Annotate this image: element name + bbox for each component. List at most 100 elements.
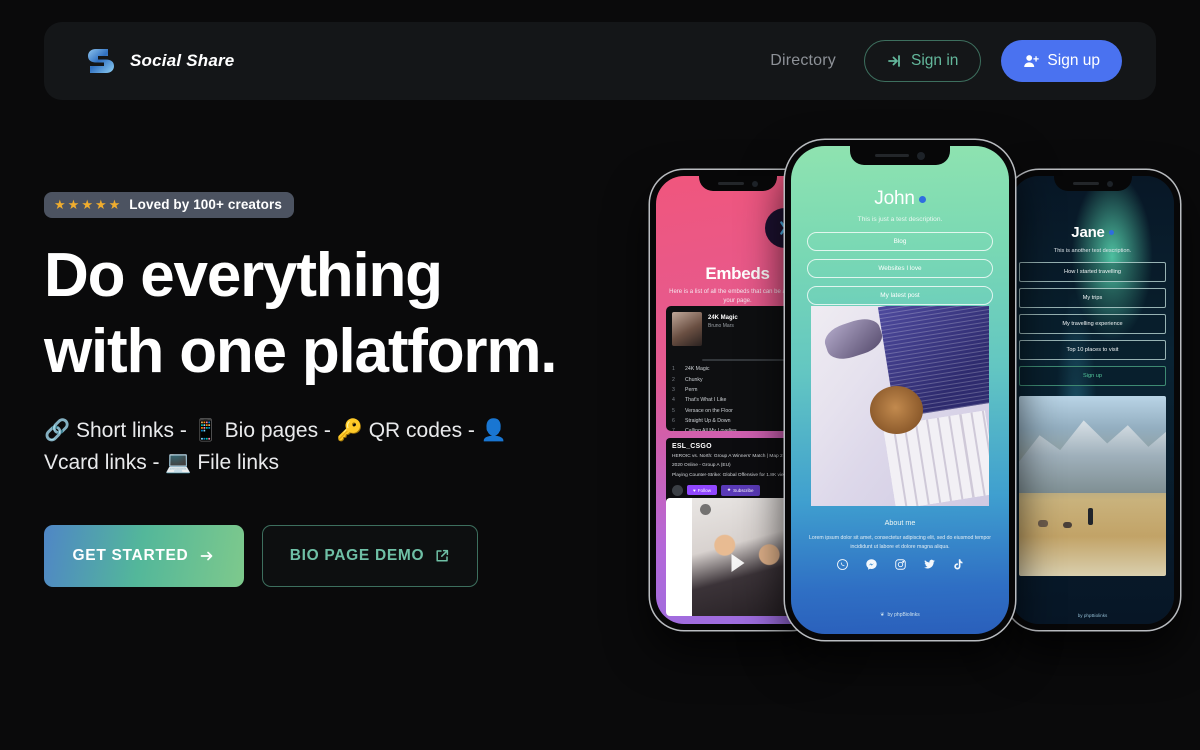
phone-center-screen: John This is just a test description. Bl… — [791, 146, 1009, 634]
messenger-icon[interactable] — [865, 558, 878, 571]
star-icon: ★ — [727, 487, 732, 493]
stream-line-1: HEROIC vs. North: Group A Winners' Match… — [672, 453, 799, 459]
list-item[interactable]: 7 Calling All My Lovelies — [672, 426, 803, 431]
sign-in-button[interactable]: Sign in — [864, 40, 982, 82]
star-icon: ★ — [108, 197, 121, 212]
bio-page-demo-button[interactable]: BIO PAGE DEMO — [262, 525, 478, 588]
profile-links: Blog Websites I love My latest post — [807, 232, 993, 305]
track-name: Chunky — [685, 376, 703, 383]
front-camera — [917, 151, 925, 160]
profile-link-button[interactable]: Top 10 places to visit — [1019, 340, 1166, 360]
tiktok-icon[interactable] — [952, 558, 965, 571]
speaker-grill — [875, 154, 909, 157]
brand-name: Social Share — [130, 51, 235, 70]
phone-mockups: Embeds Here is a list of all the embeds … — [630, 140, 1190, 660]
track-number: 3 — [672, 386, 675, 393]
star-icon: ★ — [67, 197, 80, 212]
stream-line-3: Playing Counter-Strike: Global Offensive… — [672, 473, 794, 479]
dog-shape — [1063, 522, 1073, 528]
social-links — [791, 558, 1009, 571]
track-name: That's What I Like — [685, 397, 727, 404]
list-item[interactable]: 4 That's What I Like — [672, 395, 803, 405]
phone-notch — [1053, 176, 1132, 191]
list-item[interactable]: 1 24K Magic — [672, 364, 803, 374]
play-icon[interactable] — [731, 553, 744, 572]
sign-up-label: Sign up — [1047, 52, 1100, 69]
s-logo-icon — [86, 45, 116, 77]
about-title: About me — [884, 518, 916, 527]
leaf-icon: ❦ — [880, 612, 885, 618]
list-item[interactable]: 2 Chunky — [672, 374, 803, 384]
nav-link-directory[interactable]: Directory — [762, 46, 844, 76]
phone-right-screen: Jane This is another test description. H… — [1011, 176, 1174, 624]
subscribe-label: Subscribe — [733, 487, 754, 493]
track-name: Straight Up & Down — [685, 418, 731, 425]
speaker-grill — [1072, 182, 1099, 185]
profile-footer: by phpBiolinks — [1077, 613, 1108, 618]
phone-right: Jane This is another test description. H… — [1005, 170, 1180, 630]
list-item[interactable]: 5 Versace on the Floor — [672, 406, 803, 416]
status-badge: ★ ★ ★ ★ ★ Loved by 100+ creators — [44, 192, 294, 218]
dog-shape — [1038, 520, 1049, 528]
track-title: 24K Magic — [708, 315, 738, 321]
cta-row: GET STARTED BIO PAGE DEMO — [44, 525, 644, 588]
front-camera — [1106, 180, 1113, 187]
front-camera — [751, 180, 758, 187]
star-icon: ★ — [94, 197, 107, 212]
track-artist: Bruno Mars — [708, 323, 734, 329]
phone-notch — [850, 146, 950, 165]
track-number: 5 — [672, 407, 675, 414]
profile-link-button[interactable]: Blog — [807, 232, 993, 251]
user-plus-icon — [1023, 53, 1040, 69]
stream-channel: ESL_CSGO — [672, 443, 712, 450]
profile-link-button[interactable]: How I started travelling — [1019, 262, 1166, 282]
twitter-icon[interactable] — [923, 558, 936, 571]
phone-notch — [698, 176, 777, 191]
track-name: Versace on the Floor — [685, 407, 733, 414]
verified-dot-icon — [918, 195, 926, 203]
sign-up-button[interactable]: Sign up — [1001, 40, 1122, 82]
get-started-button[interactable]: GET STARTED — [44, 525, 244, 588]
track-name: Perm — [685, 386, 698, 393]
brand[interactable]: Social Share — [86, 45, 234, 77]
profile-signup-button[interactable]: Sign up — [1019, 366, 1166, 386]
login-arrow-icon — [887, 53, 903, 69]
instagram-icon[interactable] — [894, 558, 907, 571]
whatsapp-icon[interactable] — [836, 558, 849, 571]
list-item[interactable]: 6 Straight Up & Down — [672, 416, 803, 426]
album-art — [672, 312, 702, 346]
coffee-cup-shape — [869, 386, 924, 434]
site-header: Social Share Directory Sign in Sign up — [44, 22, 1156, 100]
star-icon: ★ — [81, 197, 93, 212]
track-number: 2 — [672, 376, 675, 383]
header-nav: Directory Sign in Sign up — [762, 40, 1122, 82]
profile-footer-text: by phpBiolinks — [887, 612, 920, 618]
profile-link-button[interactable]: Websites I love — [807, 259, 993, 278]
headline-line-1: Do everything — [44, 241, 443, 310]
profile-footer: ❦ by phpBiolinks — [791, 612, 1009, 618]
follow-button[interactable]: ♥ Follow — [687, 485, 718, 496]
mountain-shape — [1019, 420, 1166, 494]
about-text: Lorem ipsum dolor sit amet, consectetur … — [809, 535, 991, 551]
track-number: 7 — [672, 428, 678, 431]
list-item[interactable]: 3 Perm — [672, 385, 803, 395]
profile-link-button[interactable]: My trips — [1019, 288, 1166, 308]
phone-center: John This is just a test description. Bl… — [785, 140, 1015, 640]
profile-photo — [811, 306, 989, 506]
headline-line-2: with one platform. — [44, 316, 557, 386]
profile-name-text: Jane — [1071, 224, 1105, 241]
glasses-shape — [821, 314, 887, 364]
star-icon: ★ — [54, 197, 66, 212]
profile-name: John — [791, 188, 1009, 210]
page-title: Do everything with one platform. — [44, 238, 644, 389]
profile-link-button[interactable]: My latest post — [807, 286, 993, 305]
hero-section: ★ ★ ★ ★ ★ Loved by 100+ creators Do ever… — [44, 192, 644, 588]
subscribe-button[interactable]: ★ Subscribe — [721, 484, 760, 496]
get-started-label: GET STARTED — [72, 547, 189, 565]
profile-link-button[interactable]: My travelling experience — [1019, 314, 1166, 334]
verified-dot-icon — [1108, 230, 1114, 235]
hero-subhead: 🔗 Short links - 📱 Bio pages - 🔑 QR codes… — [44, 419, 507, 475]
follow-label: Follow — [697, 487, 712, 493]
avatar — [672, 484, 683, 496]
profile-description: This is another test description. — [1053, 248, 1132, 254]
